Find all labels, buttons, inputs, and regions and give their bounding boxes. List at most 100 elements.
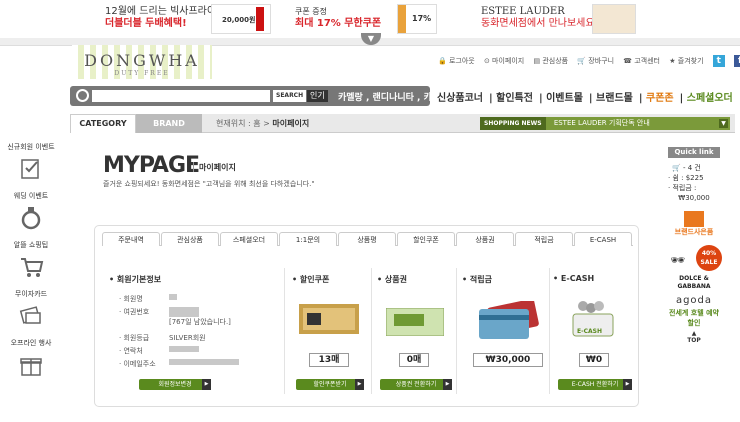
tab-points[interactable]: 적립금 [515,232,573,246]
nav-special-order[interactable]: 스페셜오더 [687,93,733,104]
ecash-value: ₩0 [579,353,609,367]
email-row: · 이메일주소 [119,359,239,369]
tab-coupons[interactable]: 할인쿠폰 [397,232,455,246]
breadcrumb: 현재위치 : 홈 > 마이페이지 [216,118,309,129]
gift-icon [684,211,704,227]
wishlist-link[interactable]: ▤ 관심상품 [533,57,568,65]
banner-product-1: 20,000원 [211,4,271,34]
banner-coupon-image: 17% [397,4,437,34]
banner-ad-1[interactable]: 12월에 드리는 빅사프라이즈 더블더블 두배혜택! [105,6,225,30]
convert-ecash-button[interactable]: E-CASH 전환하기 ▶ [558,379,632,390]
tab-ecash[interactable]: E-CASH [574,232,632,246]
logo-text: DONGWHA [84,51,200,70]
banner-ad-1-line2: 더블더블 두배혜택! [105,18,187,29]
top-button[interactable]: ▲ TOP [666,330,722,344]
quick-save: · 쉼 : $225 [668,174,704,182]
top-links: 🔒 로그아웃 ⊙ 마이페이지 ▤ 관심상품 🛒 장바구니 ☎ 고객센터 ★ 즐겨… [438,55,740,67]
chevron-down-icon[interactable]: ▼ [719,119,728,128]
ring-icon [21,207,41,230]
banner-ad-2[interactable]: 쿠폰 증정 최대 17% 무한쿠폰 [295,6,381,30]
gift-icon [20,358,42,376]
sidebar-item-interest-free-card[interactable]: 무이자카드 [0,289,62,329]
member-grade-row: · 회원등급 SILVER회원 [119,334,206,342]
banner-ad-2-line2: 최대 17% 무한쿠폰 [295,18,382,29]
dg-sale-banner[interactable]: 40% SALE 🕶 [666,245,722,275]
tab-order-history[interactable]: 주문내역 [102,232,160,246]
sidebar-item-label: 신규회원 이벤트 [7,143,55,151]
sidebar-item-label: 오프라인 행사 [10,339,52,347]
sidebar-item-new-member-event[interactable]: 신규회원 이벤트 [0,142,62,182]
coupon-title: • 할인쿠폰 [292,275,330,284]
mypage-tabs: 주문내역 관심상품 스페셜오더 1:1문의 상품평 할인쿠폰 상품권 적립금 E… [102,232,633,246]
points-value: ₩30,000 [473,353,543,367]
giftcard-count: 0매 [399,353,429,367]
sidebar-item-wedding-event[interactable]: 웨딩 이벤트 [0,191,62,231]
support-link[interactable]: ☎ 고객센터 [623,57,660,65]
nav-event-mall[interactable]: 이벤트몰 [546,93,583,104]
ecash-badge: E-CASH [577,328,602,335]
hotel-discount-link[interactable]: 전세계 호텔 예약할인 [666,308,722,328]
shopping-news-text: ESTEE LAUDER 기획단독 안내 [553,119,650,127]
nav-new-products[interactable]: 신상품코너 [437,93,483,104]
facebook-icon[interactable]: f [733,55,740,67]
site-logo[interactable]: DONGWHA DUTY FREE [72,45,212,79]
nav-coupon-zone[interactable]: 쿠폰존 [646,93,674,104]
sidebar-item-label: 웨딩 이벤트 [13,192,49,200]
breadcrumb-current: 마이페이지 [272,119,310,128]
page-title: MYPAGE [103,153,200,178]
tab-reviews[interactable]: 상품평 [338,232,396,246]
member-info-title: • 회원기본정보 [109,275,162,284]
left-sidebar: 신규회원 이벤트 웨딩 이벤트 알뜰 쇼핑팁 무이자카드 오프라인 행사 [0,142,62,387]
tab-category[interactable]: CATEGORY [70,114,136,133]
cart-icon [21,258,44,277]
agoda-logo[interactable]: agoda [666,295,722,306]
divider [456,268,457,394]
dg-brand-name: DOLCE & GABBANA [677,275,711,290]
sidebar-item-offline-event[interactable]: 오프라인 행사 [0,338,62,378]
main-nav: 신상품코너 | 할인특전 | 이벤트몰 | 브랜드몰 | 쿠폰존 | 스페셜오더 [437,93,733,104]
banner-ad-3[interactable]: ESTEE LAUDER 동화면세점에서 만나보세요. [481,6,598,30]
coupon-badge: 17% [412,14,432,23]
search-button[interactable]: SEARCH [273,90,307,102]
tab-wishlist[interactable]: 관심상품 [161,232,219,246]
quick-points-value: ₩30,000 [678,194,710,202]
shopping-news[interactable]: SHOPPING NEWS ESTEE LAUDER 기획단독 안내 ▼ [480,117,730,130]
checklist-icon [21,159,39,179]
divider [371,268,372,394]
tab-special-order[interactable]: 스페셜오더 [220,232,278,246]
banner-ad-3-line1: ESTEE LAUDER [481,6,565,17]
cosmetics-image [592,4,636,34]
get-coupon-button[interactable]: 할인쿠폰받기 ▶ [296,379,364,390]
mypage-link[interactable]: ⊙ 마이페이지 [484,57,524,65]
member-grade-value: SILVER회원 [169,334,206,342]
search-icon [76,89,89,102]
shopping-news-label: SHOPPING NEWS [480,117,546,130]
tab-brand[interactable]: BRAND [136,114,202,133]
twitter-icon[interactable]: t [712,55,725,67]
bottle-icon [256,7,264,31]
search-input[interactable] [92,90,270,102]
passport-value [169,307,199,317]
nav-brand-mall[interactable]: 브랜드몰 [596,93,633,104]
brand-gift-link[interactable]: 브랜드사은품 [666,227,722,237]
phone-value [169,346,199,352]
card-icon [19,306,41,324]
ecash-title: • E-CASH [553,274,595,283]
title-separator [193,162,194,172]
cart-link[interactable]: 🛒 장바구니 [577,57,614,65]
bookmark-link[interactable]: ★ 즐겨찾기 [669,57,703,65]
tab-giftcards[interactable]: 상품권 [456,232,514,246]
quick-points-label: · 적립금 : [668,184,697,192]
breadcrumb-prefix: 현재위치 : 홈 > [216,119,270,128]
quick-cart[interactable]: 🛒 - 4 건 [666,163,722,173]
tab-inquiry[interactable]: 1:1문의 [279,232,337,246]
logout-link[interactable]: 🔒 로그아웃 [438,57,475,65]
edit-member-info-button[interactable]: 회원정보변경 ▶ [139,379,211,390]
sidebar-item-label: 무이자카드 [14,290,48,298]
passport-expiry: [767일 남았습니다.] [169,318,231,326]
sidebar-item-shopping-tips[interactable]: 알뜰 쇼핑팁 [0,240,62,280]
giftcard-title: • 상품권 [377,275,407,284]
convert-giftcard-button[interactable]: 상품권 전환하기 ▶ [380,379,452,390]
right-sidebar: Quick link 🛒 - 4 건 · 쉼 : $225 · 적립금 : ₩3… [666,147,722,344]
nav-discounts[interactable]: 할인특전 [496,93,533,104]
